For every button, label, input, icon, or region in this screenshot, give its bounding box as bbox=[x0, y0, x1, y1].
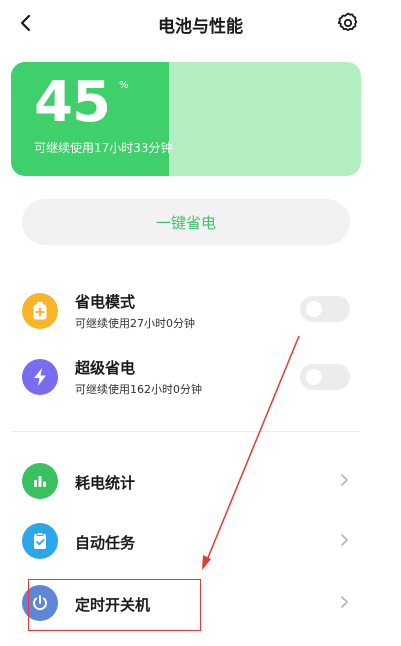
annotation-arrow bbox=[202, 335, 300, 570]
